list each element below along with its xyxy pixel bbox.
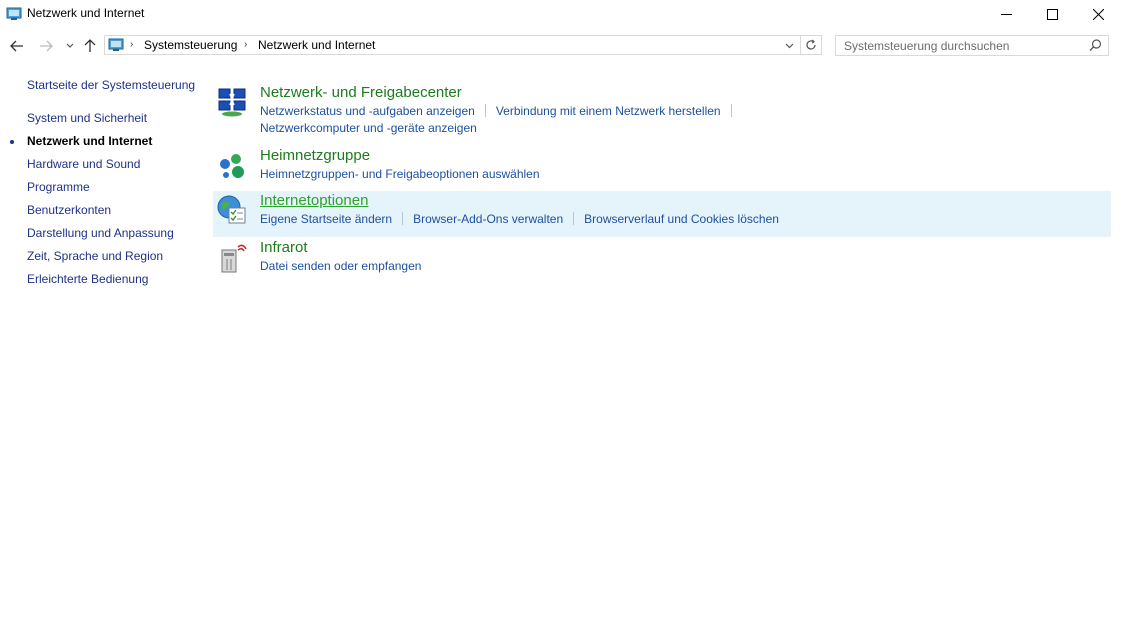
category-infrarot: Infrarot Datei senden oder empfangen <box>213 238 1111 284</box>
link-separator <box>573 212 575 225</box>
sidebar-item-programme[interactable]: Programme <box>27 180 90 194</box>
arrow-right-icon <box>40 40 53 52</box>
link-netzwerkstatus-anzeigen[interactable]: Netzwerkstatus und -aufgaben anzeigen <box>260 104 475 118</box>
link-separator <box>730 104 732 117</box>
up-button[interactable] <box>80 36 100 56</box>
refresh-button[interactable] <box>800 36 821 54</box>
arrow-left-icon <box>10 40 23 52</box>
category-links-row2: Netzwerkcomputer und -geräte anzeigen <box>260 121 477 135</box>
category-links: Eigene Startseite ändern Browser-Add-Ons … <box>260 212 779 226</box>
sidebar-item-zeit-sprache-und-region[interactable]: Zeit, Sprache und Region <box>27 249 163 263</box>
search-input[interactable] <box>836 36 1094 55</box>
link-browserverlauf-loeschen[interactable]: Browserverlauf und Cookies löschen <box>584 212 779 226</box>
minimize-icon <box>1000 13 1012 15</box>
control-panel-icon <box>6 7 22 20</box>
breadcrumb-systemsteuerung[interactable]: Systemsteuerung <box>144 38 237 52</box>
sidebar-item-hardware-und-sound[interactable]: Hardware und Sound <box>27 157 140 171</box>
control-panel-icon <box>108 38 124 51</box>
sidebar-item-netzwerk-und-internet[interactable]: Netzwerk und Internet <box>27 134 152 148</box>
address-bar[interactable]: › Systemsteuerung › Netzwerk und Interne… <box>104 35 822 55</box>
sidebar-item-startseite[interactable]: Startseite der Systemsteuerung <box>27 78 195 92</box>
category-links: Netzwerkstatus und -aufgaben anzeigen Ver… <box>260 104 742 118</box>
category-internetoptionen: Internetoptionen Eigene Startseite änder… <box>213 191 1111 237</box>
refresh-icon <box>806 39 816 50</box>
link-netzwerkcomputer-anzeigen[interactable]: Netzwerkcomputer und -geräte anzeigen <box>260 121 477 135</box>
active-item-bullet <box>10 140 14 144</box>
recent-locations-button[interactable] <box>60 36 80 56</box>
infrared-icon <box>221 244 247 273</box>
sidebar-item-erleichterte-bedienung[interactable]: Erleichterte Bedienung <box>27 272 148 286</box>
link-browser-addons-verwalten[interactable]: Browser-Add-Ons verwalten <box>413 212 563 226</box>
close-button[interactable] <box>1075 0 1121 28</box>
link-datei-senden-empfangen[interactable]: Datei senden oder empfangen <box>260 259 421 273</box>
link-verbindung-herstellen[interactable]: Verbindung mit einem Netzwerk herstellen <box>496 104 721 118</box>
sidebar-item-system-und-sicherheit[interactable]: System und Sicherheit <box>27 111 147 125</box>
link-heimnetzgruppen-optionen[interactable]: Heimnetzgruppen- und Freigabeoptionen au… <box>260 167 540 181</box>
chevron-right-icon: › <box>244 39 248 50</box>
forward-button[interactable] <box>36 36 56 56</box>
category-heimnetzgruppe: Heimnetzgruppe Heimnetzgruppen- und Frei… <box>213 146 1111 192</box>
search-box[interactable] <box>835 35 1109 56</box>
chevron-down-icon <box>785 43 793 48</box>
back-button[interactable] <box>7 36 27 56</box>
link-separator <box>484 104 486 117</box>
category-title-netzwerk-und-freigabecenter[interactable]: Netzwerk- und Freigabecenter <box>260 84 462 101</box>
title-bar: Netzwerk und Internet <box>0 0 1121 28</box>
address-dropdown-button[interactable] <box>781 38 797 53</box>
homegroup-icon <box>220 154 244 178</box>
maximize-button[interactable] <box>1029 0 1075 28</box>
category-title-infrarot[interactable]: Infrarot <box>260 239 308 256</box>
minimize-button[interactable] <box>983 0 1029 28</box>
chevron-right-icon: › <box>130 39 134 50</box>
category-netzwerk-und-freigabecenter: Netzwerk- und Freigabecenter Netzwerksta… <box>213 83 1111 139</box>
link-startseite-aendern[interactable]: Eigene Startseite ändern <box>260 212 392 226</box>
sidebar-item-benutzerkonten[interactable]: Benutzerkonten <box>27 203 111 217</box>
network-sharing-center-icon <box>218 88 246 117</box>
category-links: Heimnetzgruppen- und Freigabeoptionen au… <box>260 167 540 181</box>
search-icon[interactable] <box>1089 39 1102 52</box>
category-title-heimnetzgruppe[interactable]: Heimnetzgruppe <box>260 147 370 164</box>
category-title-internetoptionen[interactable]: Internetoptionen <box>260 192 368 209</box>
maximize-icon <box>1046 8 1058 20</box>
window-title: Netzwerk und Internet <box>27 6 145 20</box>
breadcrumb-netzwerk-und-internet[interactable]: Netzwerk und Internet <box>258 38 375 52</box>
internet-options-icon <box>217 195 246 224</box>
category-links: Datei senden oder empfangen <box>260 259 421 273</box>
arrow-up-icon <box>84 39 96 52</box>
sidebar-item-darstellung-und-anpassung[interactable]: Darstellung und Anpassung <box>27 226 174 240</box>
chevron-down-icon <box>66 43 74 48</box>
link-separator <box>402 212 404 225</box>
close-icon <box>1092 8 1104 20</box>
